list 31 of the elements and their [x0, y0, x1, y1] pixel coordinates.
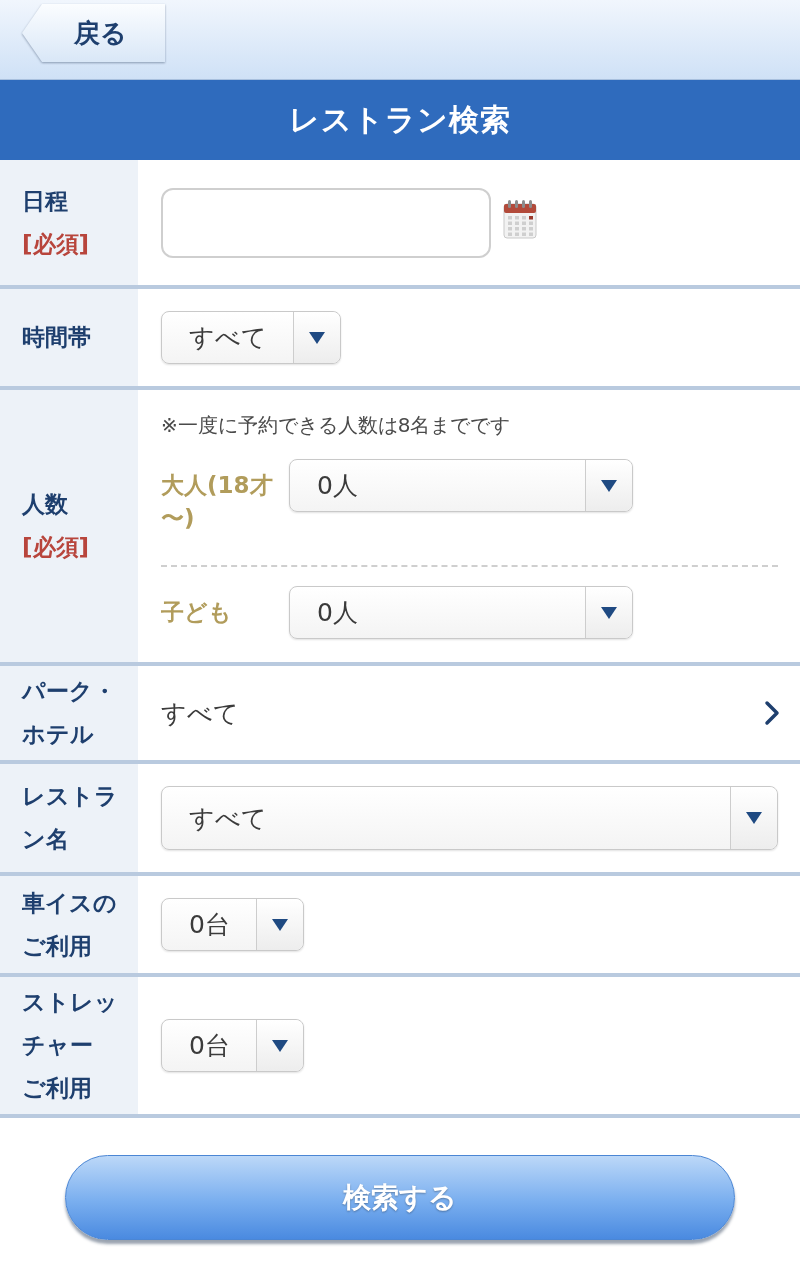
field-label: 車イスのご利用 — [22, 888, 118, 961]
chevron-right-icon — [764, 700, 781, 726]
field-label: 人数 — [22, 490, 68, 519]
group-label: 子ども — [161, 598, 233, 627]
dropdown-select[interactable]: すべて — [161, 311, 341, 364]
dropdown-select[interactable]: 0人 — [289, 586, 633, 639]
required-mark: [必須] — [22, 229, 90, 259]
caret-down-icon — [601, 479, 617, 492]
dropdown-select[interactable]: 0台 — [161, 898, 304, 951]
field-label: パーク・ホテル — [22, 677, 117, 749]
caret-down-icon — [271, 918, 288, 931]
dropdown-select[interactable]: 0人 — [289, 459, 633, 512]
dropdown-select[interactable]: 0台 — [161, 1019, 304, 1072]
date-input-field[interactable] — [161, 187, 491, 258]
caret-down-icon — [271, 1039, 288, 1052]
page-title: レストラン検索 — [289, 100, 511, 139]
group-label: 大人(18才〜) — [161, 471, 274, 533]
field-label: 時間帯 — [22, 323, 91, 352]
caret-down-icon — [309, 331, 325, 344]
field-label: ストレッチャー — [22, 988, 119, 1060]
field-label: ご利用 — [22, 1074, 92, 1103]
field-label: レストラン名 — [22, 782, 119, 854]
caret-down-icon — [746, 812, 762, 824]
selection-link[interactable]: すべて — [161, 696, 778, 730]
dropdown-select[interactable]: すべて — [161, 786, 778, 850]
caret-down-icon — [601, 606, 617, 619]
calendar-icon[interactable] — [503, 198, 537, 239]
field-label: 日程 — [22, 186, 68, 216]
note-text: ※一度に予約できる人数は8名までです — [161, 413, 512, 437]
required-mark: [必須] — [22, 533, 90, 562]
back-button[interactable]: 戻る — [22, 4, 165, 62]
